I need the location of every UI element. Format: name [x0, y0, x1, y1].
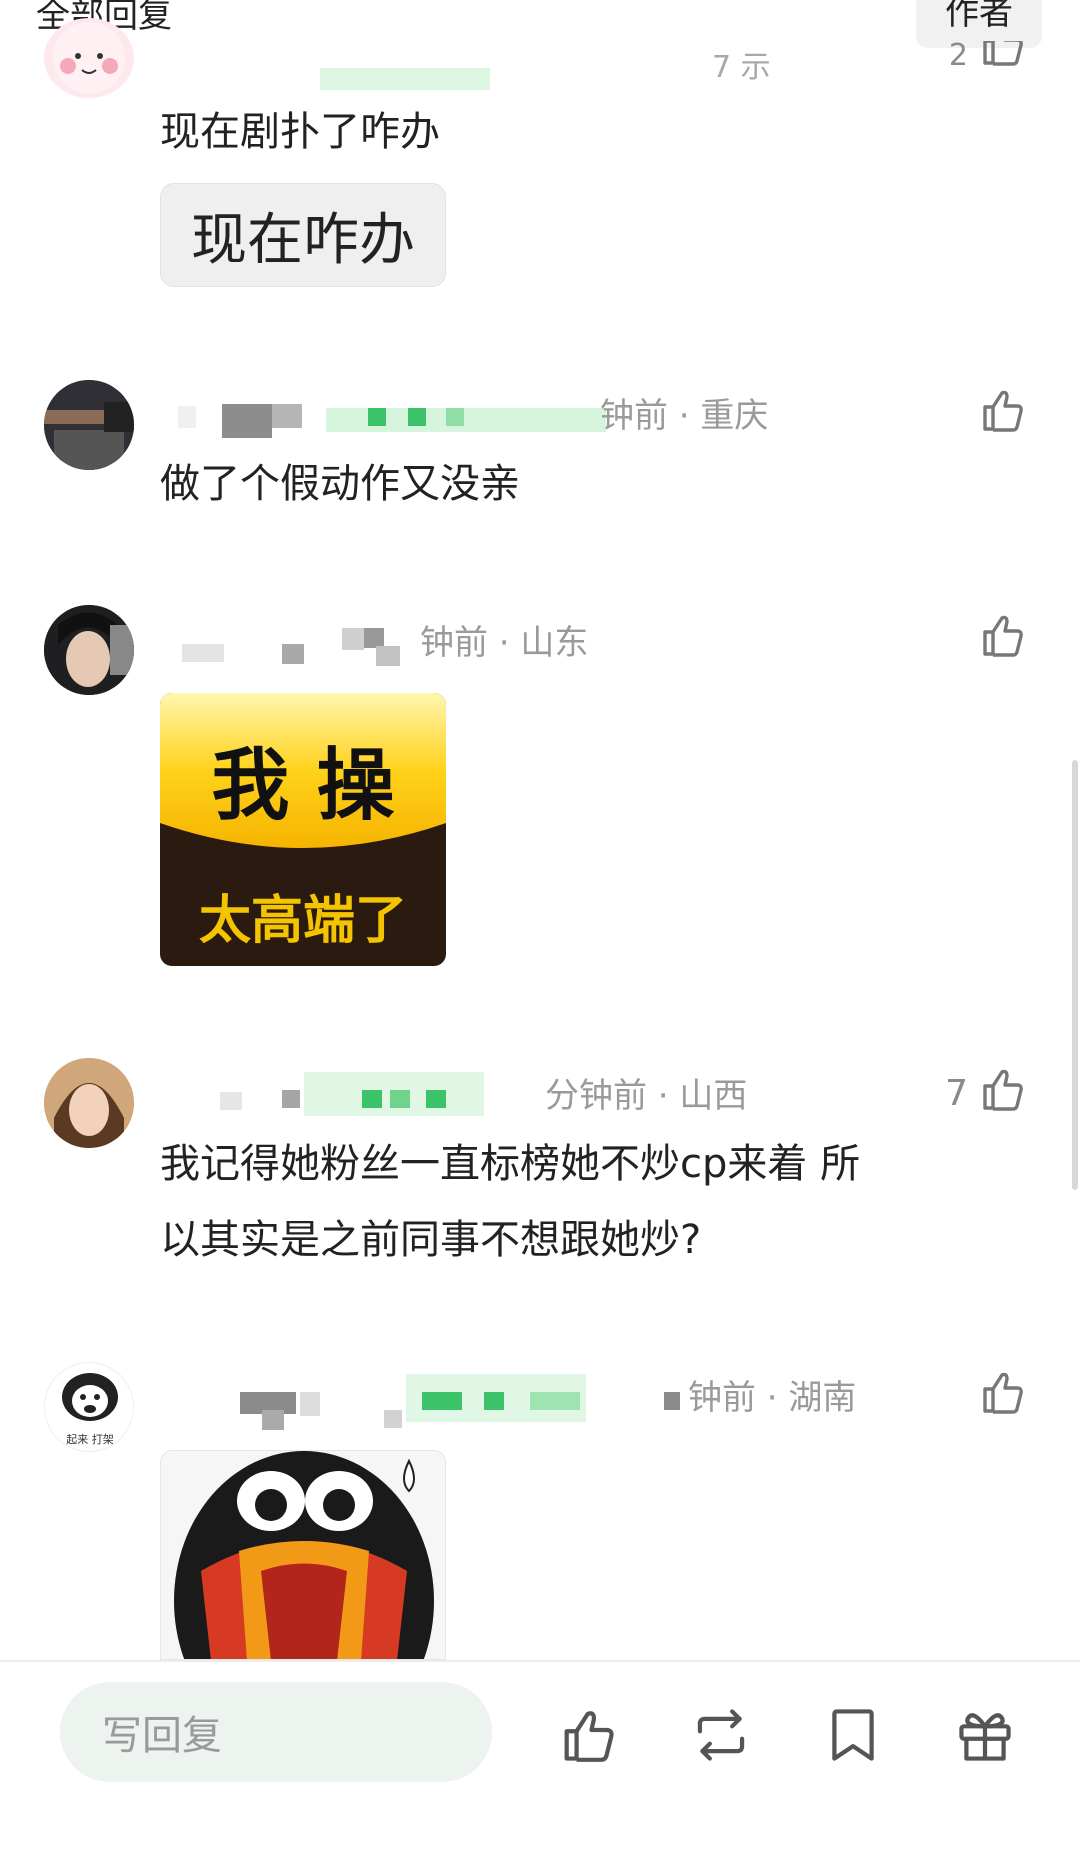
emoji-sticker[interactable]: 现在咋办: [160, 183, 446, 287]
bookmark-icon[interactable]: [822, 1704, 884, 1766]
avatar[interactable]: [44, 18, 134, 98]
comment-text: 现在剧扑了咋办: [160, 109, 440, 155]
avatar[interactable]: [44, 605, 134, 695]
like-button[interactable]: [978, 610, 1028, 669]
thumbs-up-icon: [978, 40, 1028, 71]
redacted-username: [178, 400, 606, 440]
repost-icon[interactable]: [690, 1704, 752, 1766]
comment-meta: 钟前 · 山东: [420, 623, 589, 663]
gift-icon[interactable]: [954, 1704, 1016, 1766]
sticker-main-text: 我 操: [211, 741, 395, 831]
thumbs-up-icon: [978, 1064, 1028, 1123]
thumbs-up-icon[interactable]: [558, 1704, 620, 1766]
avatar[interactable]: 起来 打架: [44, 1362, 134, 1452]
redacted-username: [178, 1068, 518, 1118]
thumbs-up-icon: [978, 385, 1028, 444]
redacted-username: [200, 1370, 680, 1430]
like-button[interactable]: 2: [949, 38, 1028, 73]
like-count: 2: [948, 38, 968, 73]
avatar[interactable]: [44, 380, 134, 470]
penguin-sticker[interactable]: [160, 1450, 446, 1660]
sticker-sub-text: 太高端了: [198, 891, 407, 951]
meme-sticker[interactable]: 我 操 太高端了: [160, 693, 446, 966]
bottom-action-bar: 写回复: [0, 1660, 1080, 1875]
like-button[interactable]: [978, 385, 1028, 444]
redacted-username: [178, 620, 418, 670]
comment-meta: 7 示: [712, 50, 771, 85]
like-count: 7: [945, 1073, 968, 1114]
scrollbar[interactable]: [1072, 760, 1078, 1190]
comment-text: 做了个假动作又没亲: [160, 461, 520, 507]
comment-meta: 钟前 · 重庆: [600, 396, 769, 436]
comment-meta: 钟前 · 湖南: [688, 1378, 857, 1418]
reply-input[interactable]: 写回复: [60, 1682, 492, 1782]
thumbs-up-icon: [978, 610, 1028, 669]
comment-meta: 分钟前 · 山西: [545, 1076, 748, 1116]
reply-header: 全部回复 作者: [0, 0, 1080, 48]
like-button[interactable]: 7: [945, 1064, 1028, 1123]
comment-text-line-2: 以其实是之前同事不想跟她炒?: [160, 1217, 702, 1263]
comment-text-line-1: 我记得她粉丝一直标榜她不炒cp来着 所: [160, 1141, 861, 1187]
like-button[interactable]: [978, 1367, 1028, 1426]
thumbs-up-icon: [978, 1367, 1028, 1426]
avatar[interactable]: [44, 1058, 134, 1148]
avatar-caption: 起来 打架: [66, 1433, 114, 1446]
